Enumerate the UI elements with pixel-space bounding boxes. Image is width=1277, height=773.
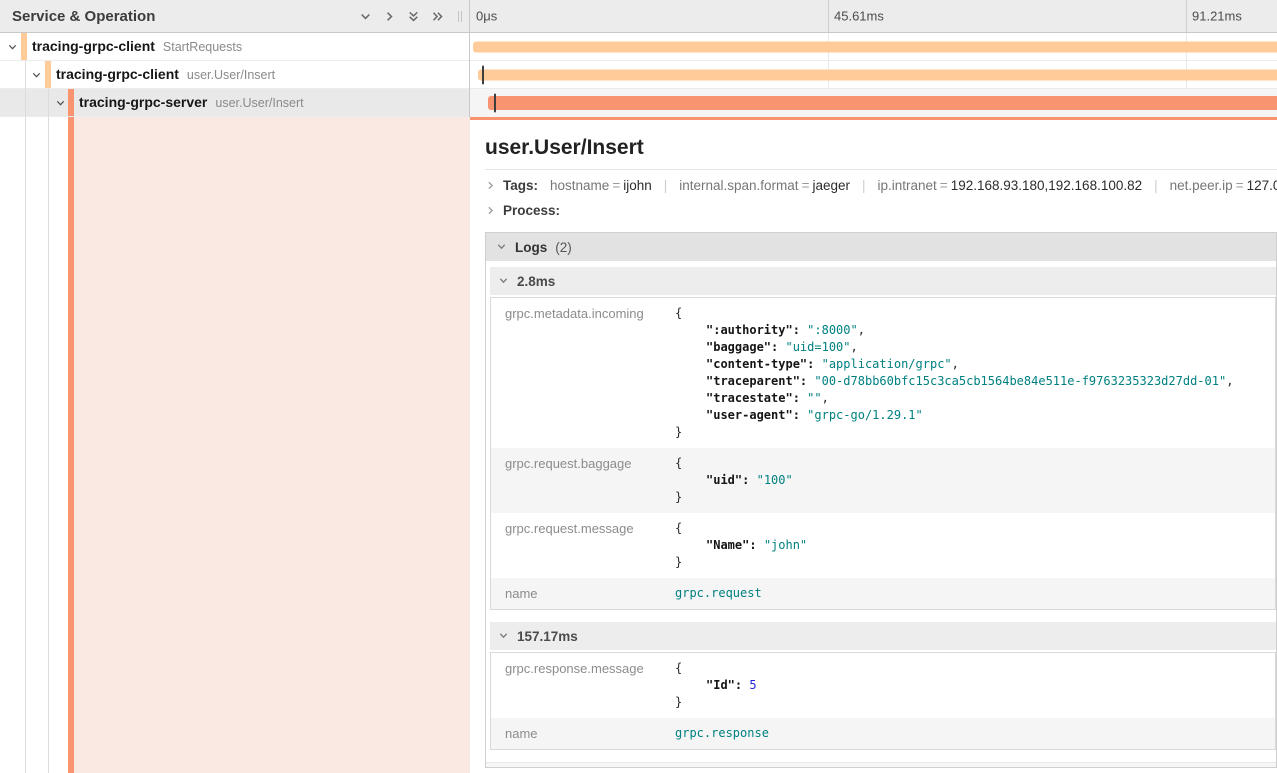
log-field-value: grpc.response [675,718,1275,749]
log-field-key: grpc.request.message [491,513,675,578]
log-field-value: {"Name": "john"} [675,513,1275,578]
service-name: tracing-grpc-client [32,38,155,54]
trace-timeline-view: Service & Operation tracing-grpc-client S… [0,0,1277,773]
log-field-row: grpc.request.message{"Name": "john"} [491,513,1275,578]
tags-label: Tags: [503,178,538,193]
chevron-down-icon [498,274,509,289]
tags-summary: hostname=ijohn | internal.span.format=jaeg… [550,178,1277,193]
timeline-row [470,89,1277,117]
ruler-tick-label: 0μs [476,9,497,24]
ruler-tick-label: 45.61ms [834,9,884,24]
ruler-gridline [828,0,829,32]
span-tree: tracing-grpc-clientStartRequeststracing-… [0,33,470,117]
logs-footer: Log timestamps are relative to the start… [486,762,1276,768]
log-marker-tick[interactable] [494,94,496,113]
log-field-key: name [491,718,675,749]
logs-label: Logs [515,240,547,255]
span-name-column: Service & Operation tracing-grpc-client S… [0,0,470,773]
operation-name: user.User/Insert [187,68,275,82]
span-color-bar [68,89,74,116]
double-chevron-right-icon[interactable] [431,10,444,23]
panel-splitter[interactable] [469,0,470,117]
span-row[interactable]: tracing-grpc-client StartRequests [0,33,470,61]
span-duration-bar[interactable] [478,69,1277,80]
span-row[interactable]: tracing-grpc-client user.User/Insert [0,61,470,89]
tag-item: ip.intranet=192.168.93.180,192.168.100.8… [878,178,1143,193]
logs-body: 2.8ms grpc.metadata.incoming{":authority"… [486,261,1276,762]
logs-count: (2) [555,240,572,255]
span-duration-bar[interactable] [473,41,1277,52]
span-color-bar [45,61,51,88]
timeline-collapse-controls [359,10,444,23]
log-field-key: grpc.response.message [491,653,675,718]
span-row[interactable]: tracing-grpc-server user.User/Insert [0,89,470,117]
column-resize-grip[interactable] [456,9,464,24]
span-detail: user.User/Insert Tags: hostname=ijohn | in… [470,136,1277,768]
tree-indent-guide [25,61,26,773]
timeline-rows [470,33,1277,117]
tag-item: net.peer.ip=127.0 [1170,178,1277,193]
operation-name: user.User/Insert [215,96,303,110]
log-field-row: namegrpc.response [491,718,1275,749]
process-label: Process: [503,203,560,218]
log-timestamp: 2.8ms [517,274,555,289]
log-marker-tick[interactable] [482,65,484,84]
log-field-row: namegrpc.request [491,578,1275,609]
selected-span-tint [74,117,470,773]
operation-name: StartRequests [163,40,242,54]
expand-chevron-icon[interactable] [7,41,18,52]
log-fields-table: grpc.response.message{"Id": 5}namegrpc.r… [490,652,1276,750]
timeline-panel: 0μs 45.61ms 91.21ms user.User/Insert Tags:… [470,0,1277,773]
chevron-right-icon [485,180,496,191]
tag-item: hostname=ijohn [550,178,652,193]
log-field-value: {":authority": ":8000","baggage": "uid=1… [675,298,1275,448]
service-operation-header: Service & Operation [0,0,470,33]
tag-separator: | [1154,178,1158,193]
chevron-down-icon [496,240,507,255]
expand-chevron-icon[interactable] [31,69,42,80]
ruler-gridline [1186,0,1187,32]
log-field-key: grpc.metadata.incoming [491,298,675,448]
span-detail-title: user.User/Insert [485,136,1277,170]
tag-separator: | [862,178,866,193]
span-detail-accent [470,117,1277,120]
log-field-key: name [491,578,675,609]
selected-span-row-fill [0,117,470,773]
log-field-row: grpc.request.baggage{"uid": "100"} [491,448,1275,513]
timeline-row [470,33,1277,61]
ruler-tick-label: 91.21ms [1192,9,1242,24]
log-timestamp-header[interactable]: 157.17ms [490,622,1276,650]
service-operation-title: Service & Operation [12,8,359,25]
log-field-value: {"uid": "100"} [675,448,1275,513]
log-field-key: grpc.request.baggage [491,448,675,513]
log-fields-table: grpc.metadata.incoming{":authority": ":8… [490,297,1276,610]
expand-chevron-icon[interactable] [55,97,66,108]
tags-accordian[interactable]: Tags: hostname=ijohn | internal.span.forma… [485,170,1277,201]
log-field-row: grpc.metadata.incoming{":authority": ":8… [491,298,1275,448]
log-field-value: grpc.request [675,578,1275,609]
tag-separator: | [664,178,668,193]
chevron-right-icon [485,205,496,216]
tag-item: internal.span.format=jaeger [679,178,850,193]
timeline-ruler[interactable]: 0μs 45.61ms 91.21ms [470,0,1277,33]
log-field-row: grpc.response.message{"Id": 5} [491,653,1275,718]
log-timestamp: 157.17ms [517,629,578,644]
span-duration-bar[interactable] [488,96,1277,110]
chevron-right-icon[interactable] [383,10,396,23]
logs-accordian: Logs (2) 2.8ms grpc.metadata.incoming{":a… [485,232,1277,768]
log-timestamp-header[interactable]: 2.8ms [490,267,1276,295]
process-accordian[interactable]: Process: [485,201,1277,226]
service-name: tracing-grpc-client [56,66,179,82]
timeline-row [470,61,1277,89]
chevron-down-icon[interactable] [359,10,372,23]
service-name: tracing-grpc-server [79,94,207,110]
log-field-value: {"Id": 5} [675,653,1275,718]
tree-indent-guide [48,89,49,773]
logs-header[interactable]: Logs (2) [486,233,1276,261]
chevron-down-icon [498,629,509,644]
double-chevron-down-icon[interactable] [407,10,420,23]
span-color-bar [21,33,27,60]
